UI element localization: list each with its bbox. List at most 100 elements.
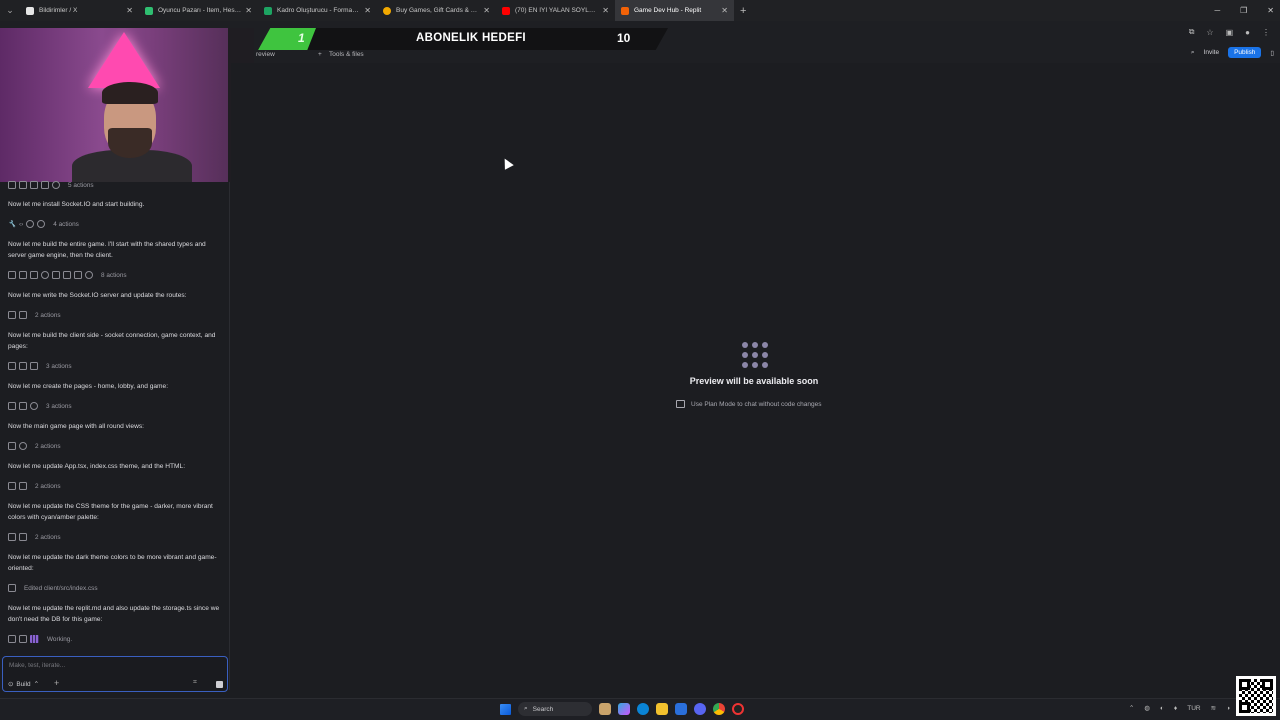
green-square-icon (264, 6, 272, 15)
publish-button[interactable]: Publish (1228, 47, 1262, 58)
webcam-overlay (0, 28, 254, 182)
file-icon (30, 271, 38, 279)
window-controls: ─ ❐ ✕ (1214, 0, 1274, 21)
file-icon (19, 181, 27, 189)
close-tab-icon[interactable]: ✕ (483, 6, 490, 15)
language-indicator[interactable]: TUR (1187, 705, 1200, 712)
browser-tab[interactable]: Bildirimler / X ✕ (20, 0, 139, 21)
copilot-icon[interactable] (618, 703, 630, 715)
file-icon (30, 181, 38, 189)
actions-row[interactable]: 5 actions (8, 180, 94, 190)
actions-row[interactable]: 8 actions (8, 270, 127, 280)
file-icon (8, 362, 16, 370)
actions-row[interactable]: 🔧 ‹› 4 actions (8, 219, 79, 229)
agent-message: Now let me update the replit.md and also… (8, 605, 220, 623)
maximize-icon[interactable]: ❐ (1240, 6, 1247, 15)
agent-message: Now let me update App.tsx, index.css the… (8, 463, 186, 470)
profile-icon[interactable]: ● (1245, 28, 1250, 37)
close-tab-icon[interactable]: ✕ (721, 6, 728, 15)
taskbar-search[interactable]: ⌕ Search (518, 702, 592, 716)
mode-selector[interactable]: ⊙ Build ⌃ (8, 680, 39, 689)
coin-icon (383, 6, 391, 15)
chevron-up-icon[interactable]: ⌃ (1129, 704, 1134, 712)
file-explorer-icon[interactable] (656, 703, 668, 715)
close-tab-icon[interactable]: ✕ (245, 6, 252, 15)
working-status-row: Working. (8, 634, 72, 644)
add-attachment-icon[interactable]: + (54, 678, 59, 688)
file-icon (41, 181, 49, 189)
tab-preview[interactable]: review (256, 51, 275, 58)
install-app-icon[interactable]: ⧉ (1189, 27, 1195, 37)
browser-tab[interactable]: (70) EN İYİ YALAN SÖYLEYEN O✕ (496, 0, 615, 21)
code-icon: ‹› (19, 220, 24, 228)
actions-row[interactable]: 3 actions (8, 401, 72, 411)
browser-toolbar-icons: ⧉ ☆ ▣ ● ⋮ (1189, 27, 1270, 37)
preview-title: Preview will be available soon (689, 376, 819, 386)
chat-input-placeholder[interactable]: Make, test, iterate... (9, 662, 65, 669)
info-icon (85, 271, 93, 279)
close-tab-icon[interactable]: ✕ (364, 6, 371, 15)
agent-message: Now let me install Socket.IO and start b… (8, 201, 145, 208)
browser-tab-active[interactable]: Game Dev Hub - Replit ✕ (615, 0, 734, 21)
edited-file-row[interactable]: Edited client/src/index.css (8, 583, 98, 593)
invite-button[interactable]: Invite (1204, 49, 1220, 56)
tab-tools-files[interactable]: Tools & files (329, 51, 364, 58)
chevron-up-icon: ⌃ (33, 681, 39, 688)
actions-row[interactable]: 2 actions (8, 532, 61, 542)
browser-tab[interactable]: Buy Games, Gift Cards & Top Up✕ (377, 0, 496, 21)
browser-tab[interactable]: Kadro Oluşturucu - Formasyon ✕ (258, 0, 377, 21)
close-tab-icon[interactable]: ✕ (602, 6, 609, 15)
file-icon (19, 362, 27, 370)
chat-bubble-icon (676, 400, 685, 408)
browser-tab[interactable]: Oyuncu Pazarı - İtem, Hesap, Sk✕ (139, 0, 258, 21)
browser-menu-icon[interactable]: ⋮ (1262, 28, 1270, 37)
replit-icon (621, 6, 629, 15)
agent-message: Now the main game page with all round vi… (8, 423, 144, 430)
wifi-icon[interactable]: ≋ (1211, 704, 1216, 712)
agent-message: Now let me build the client side - socke… (8, 332, 216, 350)
tab-list-chevron-icon[interactable]: ⌄ (0, 0, 20, 21)
streamer-beard (108, 128, 152, 158)
file-icon (19, 402, 27, 410)
minimize-icon[interactable]: ─ (1214, 6, 1220, 15)
neon-light-decoration (88, 32, 160, 88)
bookmark-star-icon[interactable]: ☆ (1206, 28, 1213, 37)
search-icon[interactable]: ⌕ (1191, 49, 1195, 57)
discord-icon[interactable] (694, 703, 706, 715)
new-tab-button[interactable]: + (740, 5, 746, 17)
sound-icon[interactable]: ◐ (1160, 705, 1164, 712)
wrench-icon: 🔧 (8, 221, 16, 228)
file-icon (52, 271, 60, 279)
store-icon[interactable] (675, 703, 687, 715)
obs-icon[interactable] (732, 703, 744, 715)
widgets-icon[interactable] (599, 703, 611, 715)
file-icon (8, 584, 16, 592)
add-tab-icon[interactable]: + (318, 51, 322, 58)
close-window-icon[interactable]: ✕ (1267, 6, 1274, 15)
actions-row[interactable]: 2 actions (8, 441, 61, 451)
agent-message: Now let me update the dark theme colors … (8, 554, 217, 572)
loading-dots-icon (742, 342, 768, 368)
network-icon[interactable]: ◍ (1144, 704, 1150, 712)
taskbar-apps: ⌕ Search (500, 702, 744, 716)
windows-start-icon[interactable] (500, 703, 511, 715)
actions-row[interactable]: 2 actions (8, 481, 61, 491)
edge-icon[interactable] (637, 703, 649, 715)
actions-row[interactable]: 2 actions (8, 310, 61, 320)
file-icon (19, 635, 27, 643)
close-tab-icon[interactable]: ✕ (126, 6, 133, 15)
panel-toggle-icon[interactable]: ▯ (1270, 49, 1274, 57)
goal-current: 1 (298, 31, 305, 45)
x-logo-icon (26, 6, 34, 15)
speaker-icon[interactable]: ◑ (1226, 705, 1230, 712)
browser-tab-bar: ⌄ Bildirimler / X ✕ Oyuncu Pazarı - İtem,… (0, 0, 1280, 21)
chat-input-box[interactable]: Make, test, iterate... ⊙ Build ⌃ + ⌗ (2, 656, 228, 692)
info-icon (41, 271, 49, 279)
actions-row[interactable]: 3 actions (8, 361, 72, 371)
stop-button[interactable] (216, 681, 223, 688)
extensions-icon[interactable]: ▣ (1226, 28, 1234, 37)
mic-icon[interactable]: ♦ (1174, 705, 1177, 712)
chrome-icon[interactable] (713, 703, 725, 715)
screenshot-icon[interactable]: ⌗ (193, 679, 197, 687)
plan-mode-hint[interactable]: Use Plan Mode to chat without code chang… (676, 400, 821, 408)
